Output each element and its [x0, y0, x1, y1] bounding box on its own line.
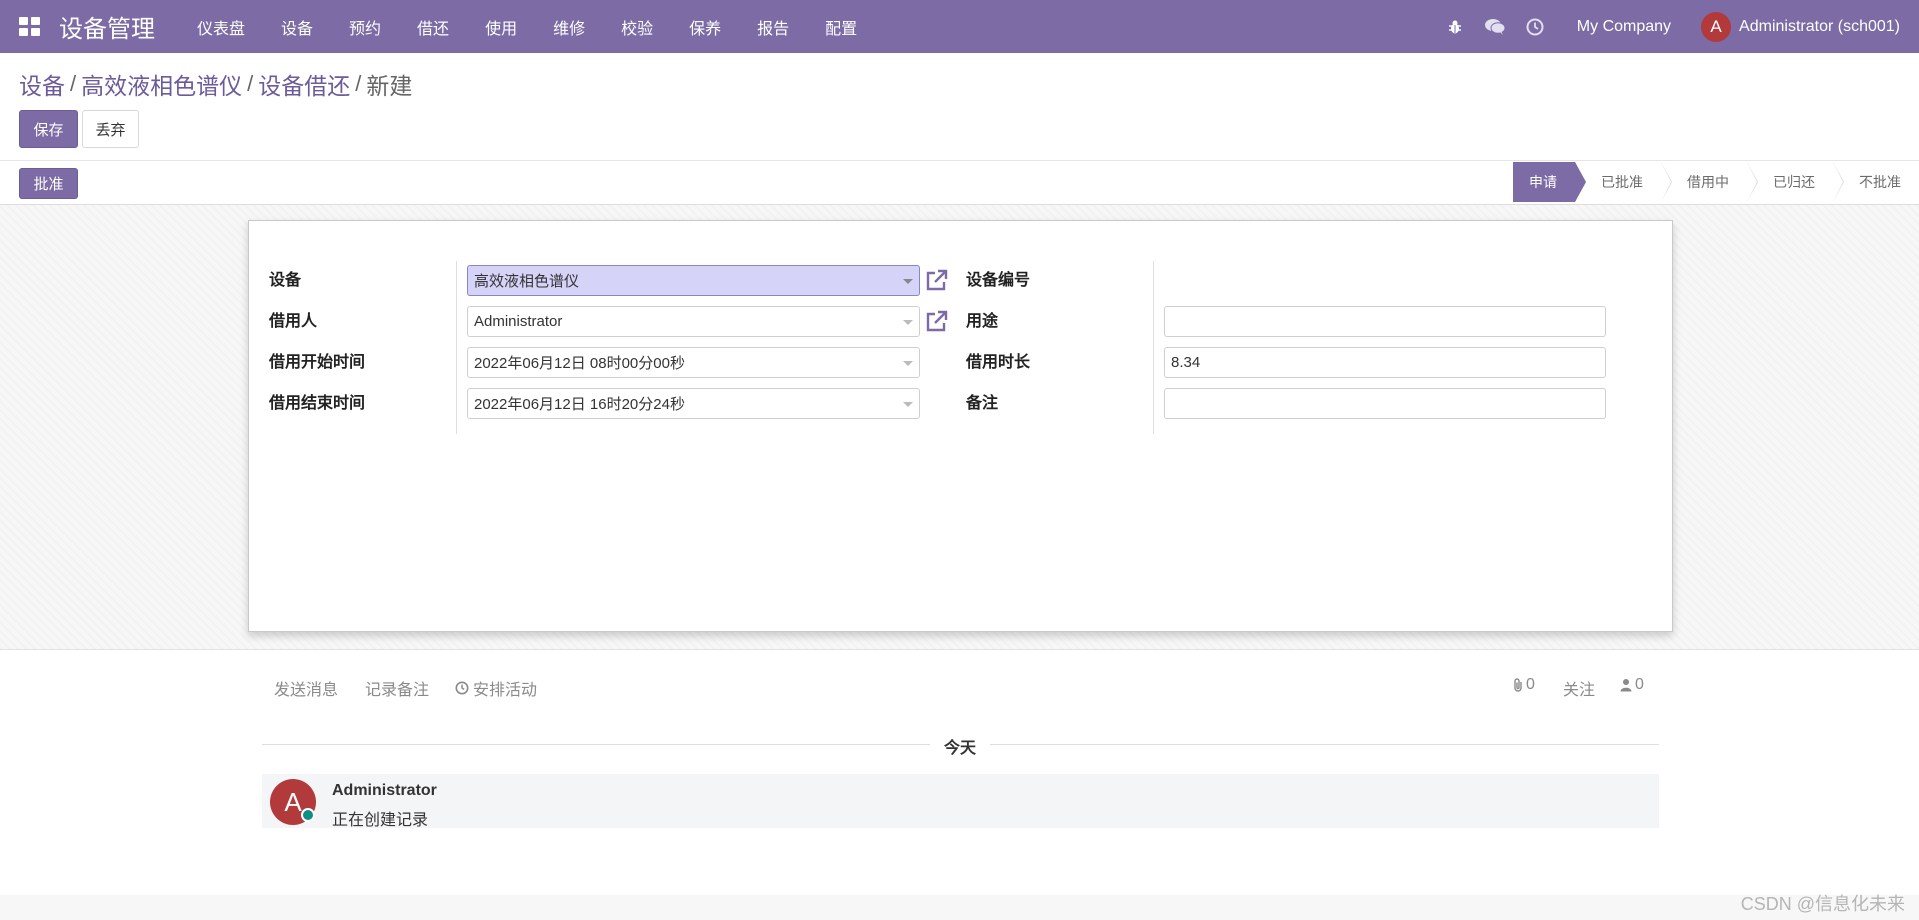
breadcrumb-hplc[interactable]: 高效液相色谱仪: [81, 67, 242, 101]
followers-count: 0: [1635, 676, 1644, 693]
menu-item-equipment[interactable]: 设备: [263, 15, 331, 39]
schedule-activity-button[interactable]: 安排活动: [455, 676, 537, 700]
chevron-down-icon[interactable]: [903, 279, 913, 284]
external-link-icon[interactable]: [924, 267, 950, 293]
paperclip-icon: [1514, 678, 1522, 692]
menu-item-calibration[interactable]: 校验: [603, 15, 671, 39]
stage-borrowing[interactable]: 借用中: [1661, 162, 1758, 202]
stage-returned[interactable]: 已归还: [1747, 162, 1844, 202]
equipment-value: 高效液相色谱仪: [474, 273, 580, 290]
followers-button[interactable]: 0: [1620, 676, 1644, 694]
chevron-down-icon[interactable]: [903, 320, 913, 325]
app-brand[interactable]: 设备管理: [59, 9, 155, 44]
user-name: Administrator (sch001): [1739, 17, 1900, 35]
approve-button[interactable]: 批准: [19, 168, 78, 199]
end-time-picker[interactable]: 2022年06月12日 16时20分24秒: [467, 388, 920, 419]
date-separator-line: [262, 744, 930, 745]
menu-item-repair[interactable]: 维修: [535, 15, 603, 39]
log-note-button[interactable]: 记录备注: [365, 676, 429, 700]
clock-icon: [455, 681, 469, 695]
menu-item-maintenance[interactable]: 保养: [671, 15, 739, 39]
external-link-icon[interactable]: [924, 308, 950, 334]
equipment-select[interactable]: 高效液相色谱仪: [467, 265, 920, 296]
start-time-label: 借用开始时间: [269, 354, 366, 371]
purpose-input[interactable]: [1164, 306, 1606, 337]
menu-item-configuration[interactable]: 配置: [807, 15, 875, 39]
activity-clock-icon[interactable]: [1515, 18, 1555, 36]
borrower-value: Administrator: [474, 313, 563, 330]
navbar-systray: My Company A Administrator (sch001): [1435, 0, 1919, 53]
stage-approved[interactable]: 已批准: [1575, 162, 1672, 202]
date-separator-line: [990, 744, 1659, 745]
user-avatar: A: [1701, 11, 1732, 42]
date-separator-label: 今天: [944, 740, 977, 757]
messaging-chat-icon[interactable]: [1475, 18, 1515, 36]
follow-button[interactable]: 关注: [1563, 676, 1595, 700]
user-menu[interactable]: A Administrator (sch001): [1701, 11, 1919, 42]
message-body: 正在创建记录: [332, 812, 429, 829]
message-author[interactable]: Administrator: [332, 782, 437, 800]
user-icon: [1620, 679, 1632, 692]
remarks-label: 备注: [966, 395, 999, 412]
breadcrumb-separator: /: [355, 71, 362, 96]
save-button[interactable]: 保存: [19, 110, 78, 148]
borrower-label: 借用人: [269, 313, 318, 330]
stage-request[interactable]: 申请: [1513, 162, 1586, 202]
footer-strip: [0, 895, 1919, 920]
menu-item-borrow-return[interactable]: 借还: [399, 15, 467, 39]
borrower-select[interactable]: Administrator: [467, 306, 920, 337]
schedule-activity-label: 安排活动: [473, 682, 538, 699]
end-time-label: 借用结束时间: [269, 395, 366, 412]
attachments-button[interactable]: 0: [1512, 676, 1535, 694]
apps-menu-icon[interactable]: [19, 16, 41, 37]
discard-button[interactable]: 丢弃: [82, 110, 139, 148]
breadcrumb: 设备 / 高效液相色谱仪 / 设备借还 / 新建: [19, 67, 412, 101]
online-status-icon: [301, 808, 315, 822]
duration-input[interactable]: 8.34: [1164, 347, 1606, 378]
menu-item-reports[interactable]: 报告: [739, 15, 807, 39]
remarks-input[interactable]: [1164, 388, 1606, 419]
purpose-label: 用途: [966, 313, 999, 330]
start-time-value: 2022年06月12日 08时00分00秒: [474, 355, 685, 372]
breadcrumb-current: 新建: [366, 73, 413, 99]
menu-item-dashboard[interactable]: 仪表盘: [179, 15, 263, 39]
end-time-value: 2022年06月12日 16时20分24秒: [474, 396, 685, 413]
breadcrumb-equipment[interactable]: 设备: [19, 67, 65, 101]
status-pipeline: 申请 已批准 借用中 已归还 不批准: [1513, 162, 1919, 202]
attachments-count: 0: [1526, 676, 1535, 693]
chevron-down-icon[interactable]: [903, 402, 913, 407]
form-sheet: 设备 借用人 借用开始时间 借用结束时间 高效液相色谱仪 Administrat…: [248, 220, 1673, 632]
top-navbar: 设备管理 仪表盘 设备 预约 借还 使用 维修 校验 保养 报告 配置 My C…: [0, 0, 1919, 53]
send-message-button[interactable]: 发送消息: [274, 676, 338, 700]
company-switcher[interactable]: My Company: [1555, 18, 1701, 36]
breadcrumb-separator: /: [247, 71, 254, 96]
right-group-divider: [1153, 261, 1154, 434]
control-panel: 设备 / 高效液相色谱仪 / 设备借还 / 新建 保存 丢弃: [0, 53, 1919, 161]
breadcrumb-separator: /: [70, 71, 77, 96]
left-group-divider: [456, 261, 457, 434]
start-time-picker[interactable]: 2022年06月12日 08时00分00秒: [467, 347, 920, 378]
chevron-down-icon[interactable]: [903, 361, 913, 366]
menu-item-reservation[interactable]: 预约: [331, 15, 399, 39]
stage-rejected[interactable]: 不批准: [1833, 162, 1919, 202]
equipment-code-label: 设备编号: [966, 272, 1031, 289]
form-statusbar: 批准 申请 已批准 借用中 已归还 不批准: [0, 161, 1919, 205]
breadcrumb-borrow-return[interactable]: 设备借还: [258, 67, 350, 101]
main-menu: 仪表盘 设备 预约 借还 使用 维修 校验 保养 报告 配置: [179, 15, 875, 39]
watermark: CSDN @信息化未来: [1740, 894, 1905, 914]
chatter-message: [262, 774, 1659, 828]
debug-bug-icon[interactable]: [1435, 19, 1475, 35]
duration-label: 借用时长: [966, 354, 1031, 371]
menu-item-usage[interactable]: 使用: [467, 15, 535, 39]
equipment-label: 设备: [269, 272, 302, 289]
